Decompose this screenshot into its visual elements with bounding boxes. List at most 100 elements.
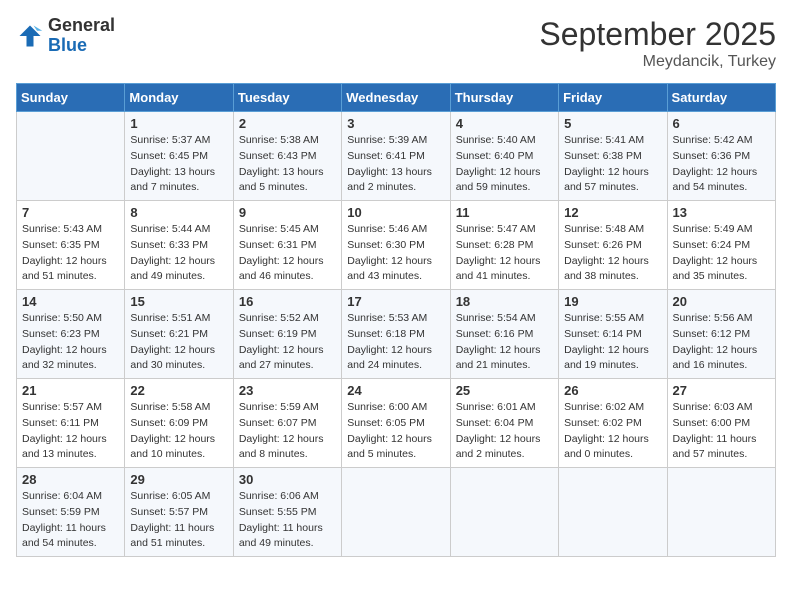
day-number: 29 <box>130 472 227 487</box>
day-number: 4 <box>456 116 553 131</box>
calendar-cell: 17 Sunrise: 5:53 AMSunset: 6:18 PMDayligh… <box>342 290 450 379</box>
day-info: Sunrise: 5:56 AMSunset: 6:12 PMDaylight:… <box>673 311 770 374</box>
day-number: 16 <box>239 294 336 309</box>
col-header-sunday: Sunday <box>17 84 125 112</box>
day-number: 18 <box>456 294 553 309</box>
calendar-week-row: 7Sunrise: 5:43 AMSunset: 6:35 PMDaylight… <box>17 201 776 290</box>
calendar-header-row: SundayMondayTuesdayWednesdayThursdayFrid… <box>17 84 776 112</box>
day-info: Sunrise: 5:47 AMSunset: 6:28 PMDaylight:… <box>456 222 553 285</box>
logo-icon <box>16 22 44 50</box>
day-info: Sunrise: 5:43 AMSunset: 6:35 PMDaylight:… <box>22 222 119 285</box>
day-number: 3 <box>347 116 444 131</box>
day-info: Sunrise: 5:41 AMSunset: 6:38 PMDaylight:… <box>564 133 661 196</box>
day-info: Sunrise: 5:51 AMSunset: 6:21 PMDaylight:… <box>130 311 227 374</box>
day-info: Sunrise: 6:03 AMSunset: 6:00 PMDaylight:… <box>673 400 770 463</box>
calendar-cell: 15 Sunrise: 5:51 AMSunset: 6:21 PMDayligh… <box>125 290 233 379</box>
calendar-cell: 4 Sunrise: 5:40 AMSunset: 6:40 PMDaylight… <box>450 112 558 201</box>
day-number: 14 <box>22 294 119 309</box>
calendar-cell: 14 Sunrise: 5:50 AMSunset: 6:23 PMDayligh… <box>17 290 125 379</box>
calendar-cell: 11 Sunrise: 5:47 AMSunset: 6:28 PMDayligh… <box>450 201 558 290</box>
day-number: 30 <box>239 472 336 487</box>
day-number: 12 <box>564 205 661 220</box>
day-number: 20 <box>673 294 770 309</box>
col-header-monday: Monday <box>125 84 233 112</box>
day-info: Sunrise: 5:52 AMSunset: 6:19 PMDaylight:… <box>239 311 336 374</box>
day-number: 21 <box>22 383 119 398</box>
calendar-cell: 29 Sunrise: 6:05 AMSunset: 5:57 PMDayligh… <box>125 468 233 557</box>
calendar-cell: 10 Sunrise: 5:46 AMSunset: 6:30 PMDayligh… <box>342 201 450 290</box>
day-number: 15 <box>130 294 227 309</box>
location-subtitle: Meydancik, Turkey <box>539 53 776 71</box>
day-info: Sunrise: 6:00 AMSunset: 6:05 PMDaylight:… <box>347 400 444 463</box>
day-number: 28 <box>22 472 119 487</box>
calendar-cell: 22Sunrise: 5:58 AMSunset: 6:09 PMDayligh… <box>125 379 233 468</box>
calendar-cell: 28 Sunrise: 6:04 AMSunset: 5:59 PMDayligh… <box>17 468 125 557</box>
day-number: 1 <box>130 116 227 131</box>
calendar-cell: 19 Sunrise: 5:55 AMSunset: 6:14 PMDayligh… <box>559 290 667 379</box>
calendar-cell: 3Sunrise: 5:39 AMSunset: 6:41 PMDaylight… <box>342 112 450 201</box>
col-header-thursday: Thursday <box>450 84 558 112</box>
day-number: 27 <box>673 383 770 398</box>
day-number: 17 <box>347 294 444 309</box>
calendar-cell: 21 Sunrise: 5:57 AMSunset: 6:11 PMDayligh… <box>17 379 125 468</box>
calendar-week-row: 1 Sunrise: 5:37 AMSunset: 6:45 PMDaylight… <box>17 112 776 201</box>
day-number: 22 <box>130 383 227 398</box>
day-info: Sunrise: 5:50 AMSunset: 6:23 PMDaylight:… <box>22 311 119 374</box>
day-info: Sunrise: 5:49 AMSunset: 6:24 PMDaylight:… <box>673 222 770 285</box>
day-info: Sunrise: 5:37 AMSunset: 6:45 PMDaylight:… <box>130 133 227 196</box>
calendar-cell: 23 Sunrise: 5:59 AMSunset: 6:07 PMDayligh… <box>233 379 341 468</box>
day-info: Sunrise: 6:04 AMSunset: 5:59 PMDaylight:… <box>22 489 119 552</box>
calendar-cell <box>17 112 125 201</box>
day-info: Sunrise: 6:05 AMSunset: 5:57 PMDaylight:… <box>130 489 227 552</box>
day-info: Sunrise: 5:57 AMSunset: 6:11 PMDaylight:… <box>22 400 119 463</box>
day-number: 25 <box>456 383 553 398</box>
col-header-friday: Friday <box>559 84 667 112</box>
calendar-cell: 13 Sunrise: 5:49 AMSunset: 6:24 PMDayligh… <box>667 201 775 290</box>
calendar-cell: 18Sunrise: 5:54 AMSunset: 6:16 PMDayligh… <box>450 290 558 379</box>
day-info: Sunrise: 5:38 AMSunset: 6:43 PMDaylight:… <box>239 133 336 196</box>
calendar-cell <box>342 468 450 557</box>
calendar-week-row: 21 Sunrise: 5:57 AMSunset: 6:11 PMDayligh… <box>17 379 776 468</box>
calendar-cell: 27 Sunrise: 6:03 AMSunset: 6:00 PMDayligh… <box>667 379 775 468</box>
day-info: Sunrise: 5:59 AMSunset: 6:07 PMDaylight:… <box>239 400 336 463</box>
day-info: Sunrise: 5:42 AMSunset: 6:36 PMDaylight:… <box>673 133 770 196</box>
calendar-cell: 6Sunrise: 5:42 AMSunset: 6:36 PMDaylight… <box>667 112 775 201</box>
day-info: Sunrise: 5:44 AMSunset: 6:33 PMDaylight:… <box>130 222 227 285</box>
day-number: 5 <box>564 116 661 131</box>
col-header-wednesday: Wednesday <box>342 84 450 112</box>
day-number: 10 <box>347 205 444 220</box>
calendar-cell <box>667 468 775 557</box>
day-number: 11 <box>456 205 553 220</box>
day-info: Sunrise: 5:40 AMSunset: 6:40 PMDaylight:… <box>456 133 553 196</box>
title-block: September 2025 Meydancik, Turkey <box>539 16 776 71</box>
day-number: 2 <box>239 116 336 131</box>
calendar-cell: 20 Sunrise: 5:56 AMSunset: 6:12 PMDayligh… <box>667 290 775 379</box>
day-info: Sunrise: 5:53 AMSunset: 6:18 PMDaylight:… <box>347 311 444 374</box>
logo-general-text: General <box>48 15 115 35</box>
calendar-cell: 16 Sunrise: 5:52 AMSunset: 6:19 PMDayligh… <box>233 290 341 379</box>
calendar-cell: 9Sunrise: 5:45 AMSunset: 6:31 PMDaylight… <box>233 201 341 290</box>
calendar-cell: 1 Sunrise: 5:37 AMSunset: 6:45 PMDaylight… <box>125 112 233 201</box>
day-info: Sunrise: 6:02 AMSunset: 6:02 PMDaylight:… <box>564 400 661 463</box>
col-header-tuesday: Tuesday <box>233 84 341 112</box>
day-info: Sunrise: 5:48 AMSunset: 6:26 PMDaylight:… <box>564 222 661 285</box>
day-info: Sunrise: 5:46 AMSunset: 6:30 PMDaylight:… <box>347 222 444 285</box>
day-info: Sunrise: 6:06 AMSunset: 5:55 PMDaylight:… <box>239 489 336 552</box>
day-info: Sunrise: 5:45 AMSunset: 6:31 PMDaylight:… <box>239 222 336 285</box>
page-header: General Blue September 2025 Meydancik, T… <box>16 16 776 71</box>
calendar-cell: 24Sunrise: 6:00 AMSunset: 6:05 PMDayligh… <box>342 379 450 468</box>
calendar-cell: 26 Sunrise: 6:02 AMSunset: 6:02 PMDayligh… <box>559 379 667 468</box>
calendar-cell: 8Sunrise: 5:44 AMSunset: 6:33 PMDaylight… <box>125 201 233 290</box>
month-title: September 2025 <box>539 16 776 53</box>
day-number: 13 <box>673 205 770 220</box>
day-number: 19 <box>564 294 661 309</box>
calendar-cell: 5 Sunrise: 5:41 AMSunset: 6:38 PMDaylight… <box>559 112 667 201</box>
calendar-cell: 25Sunrise: 6:01 AMSunset: 6:04 PMDayligh… <box>450 379 558 468</box>
col-header-saturday: Saturday <box>667 84 775 112</box>
day-number: 23 <box>239 383 336 398</box>
day-info: Sunrise: 5:55 AMSunset: 6:14 PMDaylight:… <box>564 311 661 374</box>
calendar-cell <box>450 468 558 557</box>
calendar-cell: 30 Sunrise: 6:06 AMSunset: 5:55 PMDayligh… <box>233 468 341 557</box>
day-number: 26 <box>564 383 661 398</box>
calendar-cell: 2 Sunrise: 5:38 AMSunset: 6:43 PMDaylight… <box>233 112 341 201</box>
